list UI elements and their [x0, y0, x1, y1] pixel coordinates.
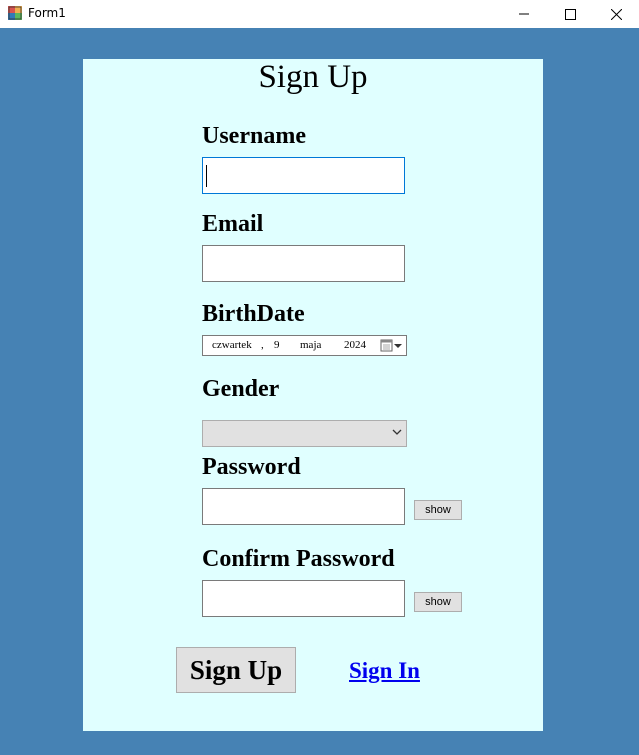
- app-icon: [8, 6, 22, 20]
- maximize-button[interactable]: [547, 0, 593, 28]
- window-titlebar[interactable]: Form1: [0, 0, 639, 28]
- text-caret: [206, 165, 207, 187]
- window-title: Form1: [28, 6, 66, 20]
- minimize-button[interactable]: [501, 0, 547, 28]
- page-title: Sign Up: [258, 59, 368, 95]
- close-icon: [610, 8, 622, 20]
- chevron-down-icon: [392, 429, 402, 435]
- show-confirm-password-button[interactable]: show: [414, 592, 462, 612]
- email-input[interactable]: [202, 245, 405, 282]
- date-year[interactable]: 2024: [344, 339, 366, 351]
- date-weekday: czwartek: [212, 339, 252, 351]
- gender-label: Gender: [202, 376, 280, 402]
- date-month[interactable]: maja: [300, 339, 321, 351]
- minimize-icon: [519, 13, 529, 15]
- confirm-password-label: Confirm Password: [202, 546, 395, 572]
- confirm-password-input[interactable]: [202, 580, 405, 617]
- signup-panel: Sign Up Username Email BirthDate czwarte…: [83, 59, 543, 731]
- maximize-icon: [564, 8, 576, 20]
- calendar-dropdown-icon[interactable]: [380, 338, 404, 353]
- username-input[interactable]: [202, 157, 405, 194]
- date-day[interactable]: 9: [274, 339, 280, 351]
- show-password-button[interactable]: show: [414, 500, 462, 520]
- email-label: Email: [202, 211, 264, 237]
- close-button[interactable]: [593, 0, 639, 28]
- signin-link[interactable]: Sign In: [349, 658, 420, 684]
- birthdate-picker[interactable]: czwartek , 9 maja 2024: [202, 335, 407, 356]
- gender-select[interactable]: [202, 420, 407, 447]
- date-separator: ,: [261, 339, 264, 351]
- birthdate-label: BirthDate: [202, 301, 305, 327]
- username-label: Username: [202, 123, 306, 149]
- password-input[interactable]: [202, 488, 405, 525]
- signup-button[interactable]: Sign Up: [176, 647, 296, 693]
- password-label: Password: [202, 454, 301, 480]
